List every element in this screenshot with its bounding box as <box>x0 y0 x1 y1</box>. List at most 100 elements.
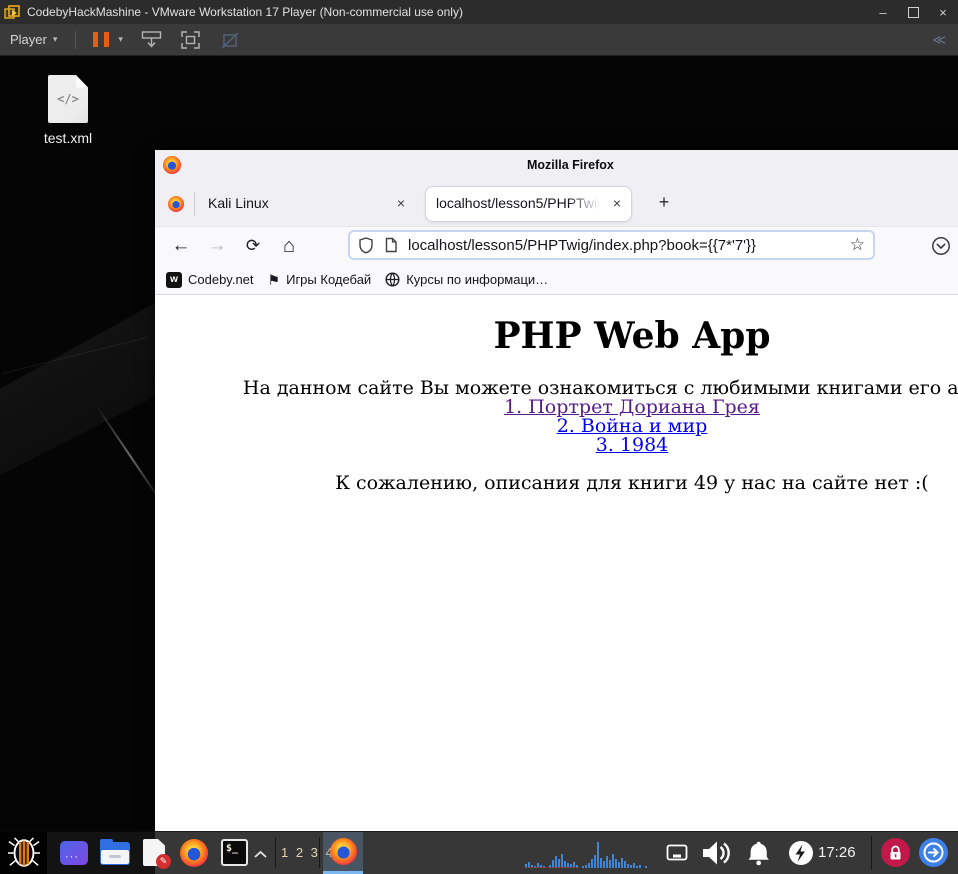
pocket-icon[interactable] <box>931 236 951 261</box>
url-text[interactable]: localhost/lesson5/PHPTwig/index.php?book… <box>408 237 840 254</box>
navigation-toolbar: ← → ⟳ ⌂ localhost/lesson5/PHPTwig/index.… <box>155 227 958 265</box>
taskbar-divider <box>319 837 320 868</box>
flag-icon: ⚑ <box>267 271 281 288</box>
url-bar[interactable]: localhost/lesson5/PHPTwig/index.php?book… <box>348 230 875 260</box>
kali-menu-icon <box>7 837 40 867</box>
document-icon: ✎ <box>143 839 171 869</box>
page-info-icon[interactable] <box>384 237 398 253</box>
terminal-icon: $_ <box>221 839 248 866</box>
bookmark-games[interactable]: ⚑ Игры Кодебай <box>268 272 372 287</box>
firefox-window: Mozilla Firefox Kali Linux × localhost/l… <box>155 150 958 874</box>
desktop-file-label: test.xml <box>43 130 93 146</box>
bell-icon <box>748 841 769 866</box>
bookmark-label: Игры Кодебай <box>286 272 372 287</box>
send-keys-icon <box>141 31 162 48</box>
fullscreen-button[interactable] <box>180 30 201 50</box>
vmware-window-title: CodebyHackMashine - VMware Workstation 1… <box>27 5 463 19</box>
speaker-icon <box>703 841 730 865</box>
launcher-text-editor[interactable]: ✎ <box>143 839 171 869</box>
wallpaper-highlight <box>96 405 164 505</box>
system-monitor-graph[interactable] <box>525 838 658 873</box>
tray-notifications[interactable] <box>745 840 772 868</box>
chevron-up-icon <box>254 850 267 858</box>
tray-volume[interactable] <box>701 840 731 868</box>
window-controls: – × <box>868 0 958 24</box>
display-icon <box>666 844 688 861</box>
home-button[interactable]: ⌂ <box>275 227 303 265</box>
dots-glyph: ··· <box>65 851 79 863</box>
codeby-logo-icon: w <box>166 271 182 288</box>
suspend-vm-button[interactable]: ▾ <box>93 32 123 47</box>
launcher-expand-button[interactable] <box>253 846 268 874</box>
firefox-logo-icon <box>163 156 181 174</box>
launcher-firefox[interactable] <box>180 839 208 867</box>
tab-kali-linux[interactable]: Kali Linux × <box>195 180 423 227</box>
bookmark-codeby[interactable]: w Codeby.net <box>166 271 254 288</box>
applications-menu-button[interactable] <box>0 832 47 874</box>
vmware-toolbar: Player ▾ ▾ ≪ <box>0 24 958 56</box>
player-menu-label: Player <box>10 32 47 47</box>
firefox-logo-icon <box>168 196 184 212</box>
taskbar-divider <box>275 837 276 868</box>
taskbar-window-firefox[interactable] <box>323 832 363 874</box>
book-link-3[interactable]: 3. 1984 <box>596 434 669 456</box>
back-button[interactable]: ← <box>167 227 195 265</box>
collapse-toolbar-button[interactable]: ≪ <box>932 32 946 48</box>
wallpaper-shape <box>0 295 170 475</box>
bookmark-label: Курсы по информаци… <box>406 272 549 287</box>
launcher-file-manager[interactable] <box>100 839 130 867</box>
lock-icon <box>890 845 901 859</box>
maximize-button[interactable] <box>898 0 928 24</box>
close-tab-icon[interactable]: × <box>609 195 625 211</box>
firefox-window-title: Mozilla Firefox <box>527 158 614 172</box>
tray-display[interactable] <box>666 844 688 872</box>
arrow-right-circle-icon <box>923 842 944 863</box>
pause-icon <box>93 32 99 47</box>
unity-mode-icon <box>221 31 239 49</box>
close-tab-icon[interactable]: × <box>393 195 409 211</box>
taskbar-divider <box>871 836 872 870</box>
folder-icon <box>100 839 130 865</box>
tab-bar: Kali Linux × localhost/lesson5/PHPTwig/i… <box>155 180 958 227</box>
screen-lock-button[interactable] <box>881 838 910 867</box>
firefox-titlebar[interactable]: Mozilla Firefox <box>155 150 958 180</box>
tab-label: localhost/lesson5/PHPTwig/i <box>436 195 605 211</box>
bookmark-courses[interactable]: Курсы по информаци… <box>385 272 548 287</box>
xml-file-icon: </> <box>48 75 88 123</box>
maximize-icon <box>907 6 919 18</box>
send-ctrl-alt-del-button[interactable] <box>141 30 162 49</box>
vmware-player-icon <box>4 4 20 19</box>
launcher-terminal[interactable]: $_ <box>221 839 248 867</box>
shield-permissions-icon[interactable] <box>358 236 374 254</box>
player-menu[interactable]: Player ▾ <box>0 24 67 55</box>
globe-icon <box>385 272 400 287</box>
bookmark-star-icon[interactable]: ☆ <box>850 235 865 255</box>
taskbar-clock[interactable]: 17:26 <box>818 832 856 874</box>
tab-localhost-active[interactable]: localhost/lesson5/PHPTwig/i × <box>425 186 632 222</box>
vmware-titlebar: CodebyHackMashine - VMware Workstation 1… <box>0 0 958 24</box>
tray-power-manager[interactable] <box>788 840 814 868</box>
toolbar-divider <box>75 30 77 49</box>
code-glyph: </> <box>57 92 79 106</box>
launcher-app-purple[interactable]: ··· <box>60 839 88 867</box>
desktop-file-testxml[interactable]: </> test.xml <box>26 75 110 146</box>
firefox-logo-icon <box>329 838 357 865</box>
reload-button[interactable]: ⟳ <box>239 227 267 265</box>
new-tab-button[interactable]: + <box>651 190 677 216</box>
close-button[interactable]: × <box>928 0 958 24</box>
book-not-found-message: К сожалению, описания для книги 49 у нас… <box>335 472 929 494</box>
forward-button: → <box>207 235 227 256</box>
firefox-logo-icon <box>180 839 208 867</box>
unity-mode-button-disabled <box>219 30 240 50</box>
power-bolt-icon <box>789 841 813 865</box>
bookmark-label: Codeby.net <box>188 272 254 287</box>
guest-desktop: </> test.xml Mozilla Firefox Kali Linux … <box>0 55 958 874</box>
minimize-button[interactable]: – <box>868 0 898 24</box>
page-intro-and-links: На данном сайте Вы можете ознакомиться с… <box>155 379 958 455</box>
taskbar: ··· ✎ $_ 1 2 3 4 17:26 <box>0 831 958 874</box>
web-page-content: PHP Web App На данном сайте Вы можете оз… <box>155 295 958 874</box>
logout-button[interactable] <box>919 838 948 867</box>
pause-icon <box>104 32 110 47</box>
page-title: PHP Web App <box>493 315 771 357</box>
app-window-icon: ··· <box>60 841 88 865</box>
